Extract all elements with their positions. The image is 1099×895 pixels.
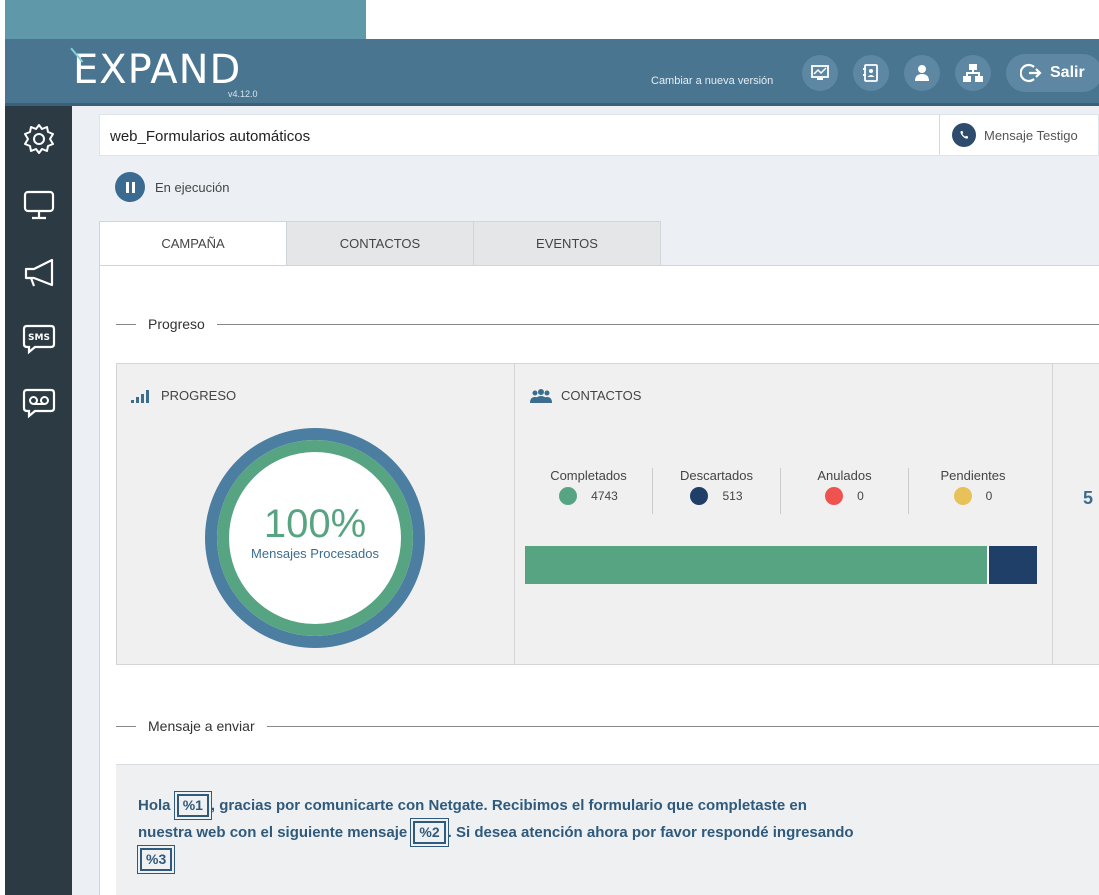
bar-segment-1 bbox=[987, 546, 1037, 584]
progress-subtitle: Mensajes Procesados bbox=[251, 546, 379, 561]
contacts-card-title: CONTACTOS bbox=[561, 388, 642, 403]
progress-card-title: PROGRESO bbox=[161, 388, 237, 403]
change-version-link[interactable]: Cambiar a nueva versión bbox=[651, 75, 773, 87]
voicemail-icon bbox=[22, 388, 56, 419]
stat-label: Anulados bbox=[817, 468, 872, 483]
tab-contactos[interactable]: CONTACTOS bbox=[286, 221, 474, 266]
witness-message-button[interactable]: Mensaje Testigo bbox=[939, 115, 1099, 155]
svg-text:SMS: SMS bbox=[28, 333, 50, 343]
stat-value: 4743 bbox=[591, 489, 618, 503]
logo-text: EXPAND bbox=[73, 47, 242, 93]
stat-label: Descartados bbox=[680, 468, 753, 483]
progress-ring: 100% Mensajes Procesados bbox=[205, 428, 425, 648]
logout-icon bbox=[1020, 63, 1042, 83]
monitor-icon bbox=[23, 190, 55, 220]
status-text: En ejecución bbox=[155, 179, 230, 195]
signal-bars-icon bbox=[131, 389, 149, 403]
status-dot bbox=[559, 487, 578, 505]
logout-label: Salir bbox=[1050, 64, 1085, 81]
stat-label: Completados bbox=[550, 468, 627, 483]
progress-section-label: Progreso bbox=[148, 316, 205, 332]
stat-value: 513 bbox=[722, 489, 743, 503]
campaign-status: En ejecución bbox=[115, 172, 229, 202]
stat-label: Pendientes bbox=[940, 468, 1006, 483]
stat-pendientes: Pendientes 0 bbox=[909, 468, 1037, 514]
status-dot bbox=[690, 487, 709, 505]
contacts-book-icon[interactable] bbox=[853, 55, 889, 91]
partial-value: 5 bbox=[1083, 488, 1094, 508]
stat-value: 0 bbox=[857, 489, 864, 503]
campaign-title: web_Formularios automáticos bbox=[110, 128, 311, 145]
sidebar-item-monitor[interactable] bbox=[20, 186, 58, 224]
progress-percent: 100% bbox=[263, 502, 367, 546]
message-part: . Si desea atención ahora por favor resp… bbox=[447, 824, 854, 841]
expand-logo[interactable]: EXPAND bbox=[70, 37, 242, 93]
sidebar-item-sms[interactable]: SMS bbox=[20, 320, 58, 358]
message-part: Hola bbox=[138, 797, 175, 814]
stat-completados: Completados 4743 bbox=[525, 468, 653, 514]
variable-tag: %2 bbox=[410, 818, 449, 847]
stats-cards: PROGRESO 100% Mensajes Procesados CONTAC… bbox=[116, 363, 1099, 665]
megaphone-icon bbox=[24, 258, 54, 287]
sidebar-item-settings[interactable] bbox=[20, 120, 58, 158]
sidebar: SMS bbox=[5, 106, 72, 895]
campaign-titlebar: web_Formularios automáticos Mensaje Test… bbox=[99, 114, 1099, 156]
progress-card-header: PROGRESO bbox=[131, 388, 236, 403]
contacts-card: CONTACTOS Completados 4743 Descartados 5… bbox=[515, 364, 1053, 664]
main-content: web_Formularios automáticos Mensaje Test… bbox=[72, 106, 1099, 895]
variable-tag: %3 bbox=[136, 845, 176, 874]
message-preview: Hola %1, gracias por comunicarte con Net… bbox=[116, 764, 1099, 895]
whatsapp-icon bbox=[952, 123, 976, 147]
sidebar-item-campaigns[interactable] bbox=[20, 254, 58, 292]
tab-campana[interactable]: CAMPAÑA bbox=[99, 221, 287, 266]
campaign-panel: Progreso PROGRESO 100% Mensajes Procesad… bbox=[99, 265, 1099, 895]
message-section-header: Mensaje a enviar bbox=[116, 718, 1099, 734]
contacts-card-header: CONTACTOS bbox=[529, 388, 641, 403]
sidebar-item-voicemail[interactable] bbox=[20, 384, 58, 422]
variable-tag: %1 bbox=[173, 791, 212, 820]
bar-segment-0 bbox=[525, 546, 988, 584]
monitor-chart-icon[interactable] bbox=[802, 55, 838, 91]
stat-value: 0 bbox=[985, 489, 993, 503]
version-label: v4.12.0 bbox=[228, 89, 258, 99]
sms-icon: SMS bbox=[22, 324, 56, 355]
users-group-icon bbox=[530, 388, 552, 403]
witness-message-label: Mensaje Testigo bbox=[984, 127, 1078, 143]
contacts-stacked-bar bbox=[525, 546, 1037, 584]
top-strip bbox=[5, 0, 366, 39]
tab-eventos[interactable]: EVENTOS bbox=[473, 221, 661, 266]
network-icon[interactable] bbox=[955, 55, 991, 91]
message-text: Hola %1, gracias por comunicarte con Net… bbox=[136, 791, 858, 874]
user-icon[interactable] bbox=[904, 55, 940, 91]
stat-anulados: Anulados 0 bbox=[781, 468, 909, 514]
logout-button[interactable]: Salir bbox=[1006, 54, 1099, 92]
contacts-stats: Completados 4743 Descartados 513 Anulado… bbox=[525, 468, 1037, 514]
progress-section-header: Progreso bbox=[116, 316, 1099, 332]
app-header: EXPAND v4.12.0 Cambiar a nueva versión S… bbox=[5, 37, 1099, 106]
message-section-label: Mensaje a enviar bbox=[148, 718, 255, 734]
gear-icon bbox=[24, 124, 54, 154]
app-window: EXPAND v4.12.0 Cambiar a nueva versión S… bbox=[0, 0, 1099, 895]
tab-bar: CAMPAÑA CONTACTOS EVENTOS bbox=[99, 221, 661, 266]
status-dot bbox=[953, 487, 972, 505]
progress-card: PROGRESO 100% Mensajes Procesados bbox=[117, 364, 515, 664]
pause-button[interactable] bbox=[115, 172, 145, 202]
stat-descartados: Descartados 513 bbox=[653, 468, 781, 514]
status-dot bbox=[825, 487, 844, 505]
